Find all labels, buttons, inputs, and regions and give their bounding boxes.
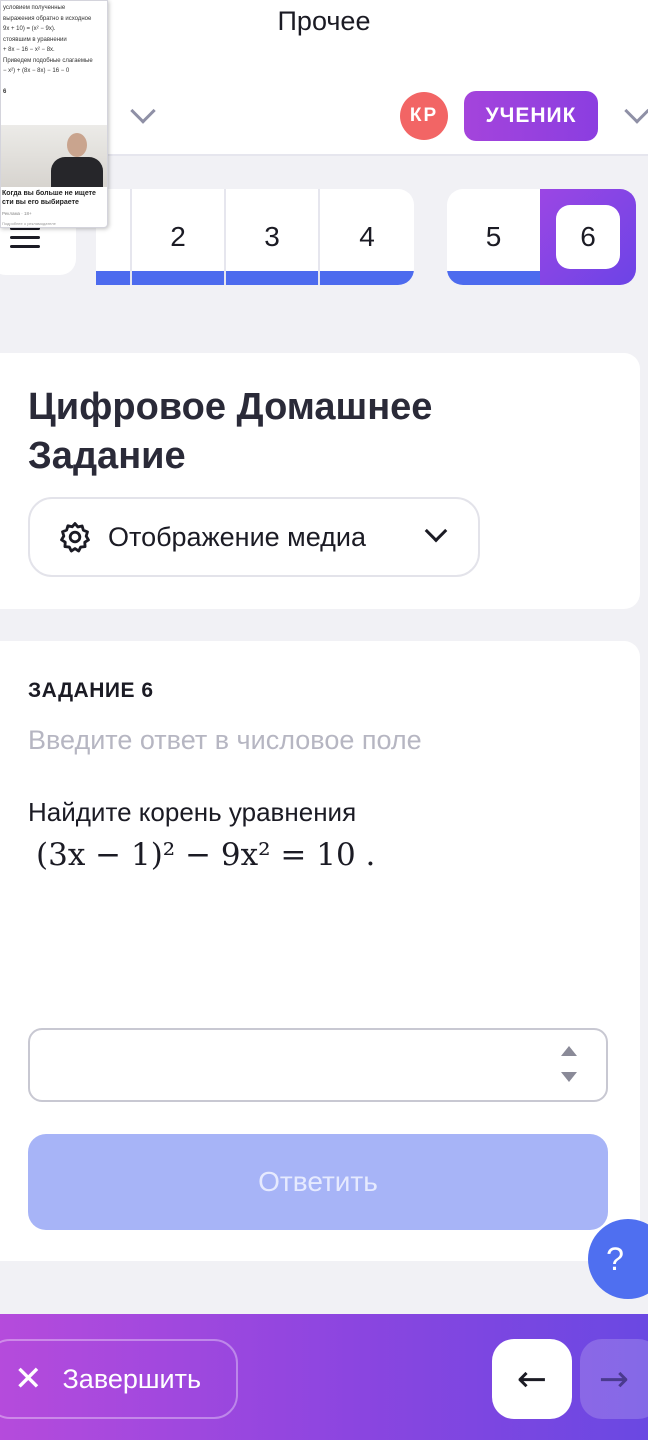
gear-icon	[60, 522, 90, 553]
hamburger-icon	[10, 227, 40, 254]
page-title: Цифровое Домашнее Задание	[28, 386, 433, 477]
pip-line: 6	[3, 88, 7, 95]
arrow-right-icon: →	[598, 1358, 630, 1400]
task-nav-item-4[interactable]: 4	[320, 189, 414, 285]
pip-line: + 8x − 16 − x² − 8x.	[3, 47, 55, 53]
role-badge[interactable]: УЧЕНИК	[464, 91, 598, 141]
avatar[interactable]: КР	[400, 92, 448, 140]
task-nav-group-1: 2 3 4	[96, 189, 414, 285]
finish-button-label: Завершить	[62, 1363, 202, 1394]
pip-line: стоявшим в уравнении	[3, 36, 67, 43]
pip-video-thumbnail[interactable]	[1, 125, 107, 187]
task-nav-group-2: 5 6	[447, 189, 636, 285]
pip-small-text: Реклама · 18+	[2, 211, 32, 216]
bottom-action-bar: ✕ Завершить ← →	[0, 1314, 648, 1440]
pip-line: Приведем подобные слагаемые	[3, 57, 93, 64]
pip-text-lines: условием полученные выражения обратно в …	[3, 3, 107, 97]
close-icon: ✕	[14, 1359, 43, 1399]
task-nav-number: 6	[556, 205, 620, 269]
next-task-button[interactable]: →	[580, 1339, 648, 1419]
pip-line: − x²) + (8x − 8x) − 16 − 0	[3, 68, 70, 74]
chevron-down-icon	[424, 519, 448, 543]
task-nav-item-6-active[interactable]: 6	[540, 189, 636, 285]
task-nav-number: 4	[359, 221, 375, 252]
task-label: ЗАДАНИЕ 6	[28, 679, 154, 702]
task-hint: Введите ответ в числовое поле	[28, 725, 422, 755]
task-nav-number: 2	[170, 221, 186, 252]
pip-line: выражения обратно в исходное	[3, 15, 92, 22]
spinner-down-icon[interactable]	[561, 1072, 577, 1082]
user-menu-chevron-icon[interactable]	[624, 98, 648, 124]
chevron-down-icon[interactable]	[130, 98, 156, 124]
finish-button[interactable]: ✕ Завершить	[0, 1339, 238, 1419]
task-nav-number: 5	[485, 221, 502, 252]
spinner-up-icon[interactable]	[561, 1046, 577, 1056]
task-card: ЗАДАНИЕ 6 Введите ответ в числовое поле …	[0, 641, 640, 1261]
submit-answer-button[interactable]: Ответить	[28, 1134, 608, 1230]
task-text: Найдите корень уравнения	[28, 797, 357, 827]
media-display-select[interactable]: Отображение медиа	[28, 497, 480, 577]
homework-card: Цифровое Домашнее Задание Отображение ме…	[0, 353, 640, 609]
answer-input[interactable]	[40, 1038, 540, 1092]
pip-small-text: Подробнее о рекламодателе	[2, 221, 56, 226]
pip-line: 9x + 10) = (x² − 9x).	[3, 26, 56, 32]
previous-task-button[interactable]: ←	[492, 1339, 572, 1419]
task-nav-item-5[interactable]: 5	[447, 189, 540, 285]
task-nav-item-2[interactable]: 2	[132, 189, 224, 285]
media-select-label: Отображение медиа	[108, 521, 367, 552]
picture-in-picture-overlay[interactable]: условием полученные выражения обратно в …	[0, 0, 108, 228]
pip-caption: Когда вы больше не ищете сти вы его выби…	[2, 190, 96, 206]
pip-line: условием полученные	[3, 5, 66, 11]
pip-line	[3, 77, 107, 87]
answer-number-field[interactable]	[28, 1028, 608, 1102]
task-nav-number: 3	[264, 221, 280, 252]
arrow-left-icon: ←	[516, 1358, 548, 1400]
task-nav-item-3[interactable]: 3	[226, 189, 318, 285]
task-equation: (3x − 1)² − 9x² = 10 .	[36, 837, 376, 873]
